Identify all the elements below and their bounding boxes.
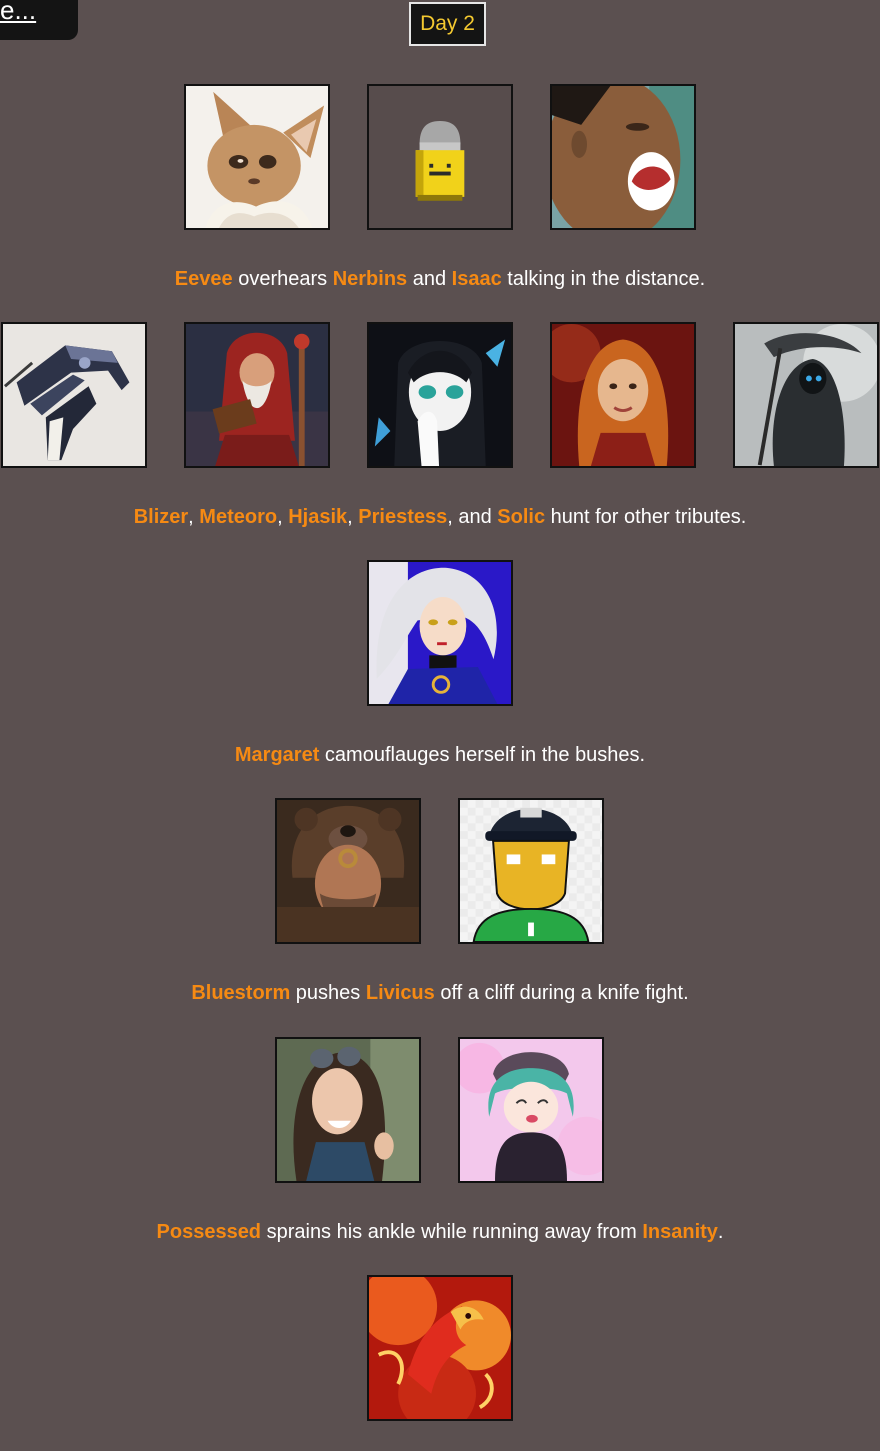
event-2-text: Blizer, Meteoro, Hjasik, Priestess, and … [0, 504, 880, 530]
event-3-text: Margaret camouflauges herself in the bus… [0, 742, 880, 768]
tribute-name: Bluestorm [191, 982, 291, 1004]
robot-arm-portrait [1, 322, 147, 468]
event-text: sprains his ankle while running away fro… [261, 1221, 643, 1243]
tribute-name: Possessed [156, 1221, 262, 1243]
event-text: pushes [290, 982, 366, 1004]
event-1-portraits [0, 84, 880, 230]
event-4-portraits [0, 798, 880, 944]
goggles-woman-portrait [275, 1037, 421, 1183]
event-text: , [188, 506, 200, 528]
event-3-portraits [0, 560, 880, 706]
cartoon-police-portrait [458, 798, 604, 944]
tribute-name: Margaret [234, 744, 320, 766]
tribute-name: Blizer [133, 506, 189, 528]
event-5-text: Possessed sprains his ankle while runnin… [0, 1219, 880, 1245]
event-2-portraits [0, 322, 880, 468]
day-header: Day 2 [409, 2, 486, 46]
tribute-name: Eevee [174, 268, 233, 290]
reaper-portrait [733, 322, 879, 468]
tribute-name: Nerbins [332, 268, 408, 290]
yelling-face-portrait [550, 84, 696, 230]
tribute-name: Isaac [451, 268, 502, 290]
event-text: , and [447, 506, 498, 528]
tribute-name: Insanity [642, 1221, 718, 1243]
back-link[interactable]: e... [0, 0, 78, 40]
tribute-name: Solic [497, 506, 546, 528]
anime-girl-portrait [367, 322, 513, 468]
tribute-name: Hjasik [288, 506, 348, 528]
fire-creature-portrait [367, 1275, 513, 1421]
event-text: and [407, 268, 452, 290]
event-text: , [277, 506, 289, 528]
bullet-portrait [367, 84, 513, 230]
event-4-text: Bluestorm pushes Livicus off a cliff dur… [0, 980, 880, 1006]
event-text: overhears [232, 268, 333, 290]
event-text: . [717, 1221, 724, 1243]
day-label: Day 2 [420, 12, 475, 35]
tribute-name: Meteoro [199, 506, 278, 528]
tribute-name: Livicus [365, 982, 435, 1004]
silver-hair-anime-portrait [367, 560, 513, 706]
event-1-text: Eevee overhears Nerbins and Isaac talkin… [0, 266, 880, 292]
event-text: off a cliff during a knife fight. [434, 982, 689, 1004]
bear-warrior-portrait [275, 798, 421, 944]
event-text: camouflauges herself in the bushes. [319, 744, 646, 766]
event-text: talking in the distance. [501, 268, 706, 290]
event-6-portraits [0, 1275, 880, 1421]
event-text: , [347, 506, 359, 528]
event-text: hunt for other tributes. [545, 506, 747, 528]
tribute-name: Priestess [358, 506, 448, 528]
eevee-portrait [184, 84, 330, 230]
chibi-girl-portrait [458, 1037, 604, 1183]
red-hair-woman-portrait [550, 322, 696, 468]
back-link-label: e... [0, 0, 37, 25]
event-5-portraits [0, 1037, 880, 1183]
wizard-portrait [184, 322, 330, 468]
